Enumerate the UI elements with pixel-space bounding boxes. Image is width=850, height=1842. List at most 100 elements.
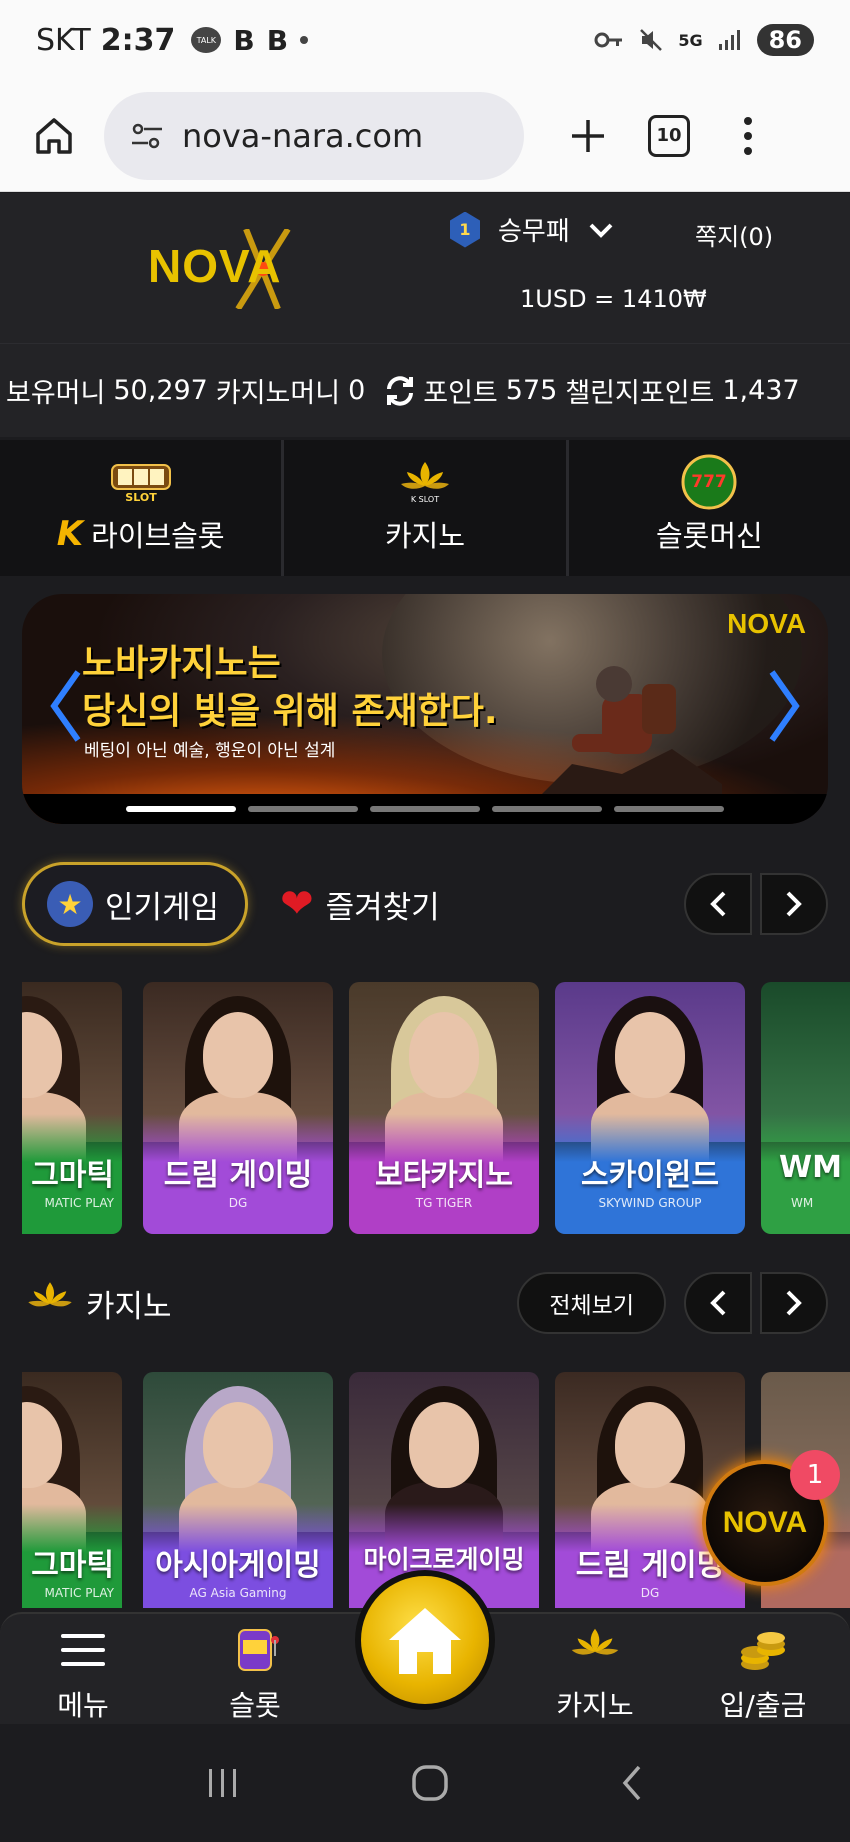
category-live-slot[interactable]: SLOT K 라이브슬롯 bbox=[0, 440, 285, 576]
url-text: nova-nara.com bbox=[182, 116, 424, 155]
banner-pagination bbox=[22, 794, 828, 824]
kakaotalk-icon: TALK bbox=[191, 27, 222, 53]
nav-slot[interactable]: 슬롯 bbox=[180, 1624, 330, 1724]
game-provider: DG bbox=[228, 1196, 248, 1210]
astronaut-image bbox=[532, 666, 722, 804]
game-card[interactable]: 아시아게이밍 AG Asia Gaming bbox=[143, 1372, 333, 1608]
game-provider: AG Asia Gaming bbox=[189, 1586, 287, 1600]
hamburger-menu-icon bbox=[61, 1634, 105, 1666]
banner-dot[interactable] bbox=[370, 806, 480, 812]
game-title: 그마틱 bbox=[31, 1548, 114, 1583]
status-bar: SKT 2:37 TALK B B 5G 86 bbox=[0, 0, 850, 80]
game-card[interactable]: WM WM bbox=[761, 982, 850, 1234]
home-circle-icon[interactable] bbox=[410, 1763, 450, 1803]
browser-menu-button[interactable] bbox=[740, 116, 756, 155]
network-5g-icon: 5G bbox=[678, 30, 703, 50]
chevron-right-icon bbox=[786, 1290, 802, 1316]
nav-label: 슬롯 bbox=[229, 1689, 281, 1722]
nav-casino[interactable]: 카지노 bbox=[520, 1624, 670, 1724]
star-icon: ★ bbox=[47, 881, 93, 927]
game-title: 스카이윈드 bbox=[581, 1158, 719, 1193]
prev-button[interactable] bbox=[684, 873, 752, 935]
game-provider: MATIC PLAY bbox=[44, 1196, 115, 1210]
chevron-left-icon bbox=[710, 891, 726, 917]
game-title: WM bbox=[779, 1150, 842, 1185]
challenge-point-label: 챌린지포인트 bbox=[565, 378, 715, 409]
casino-money-value: 0 bbox=[348, 375, 366, 406]
nav-menu[interactable]: 메뉴 bbox=[8, 1624, 158, 1724]
site-logo[interactable]: NOVA bbox=[148, 229, 318, 309]
tab-popular-games[interactable]: ★ 인기게임 bbox=[22, 862, 249, 946]
username: 승무패 bbox=[498, 217, 570, 247]
back-icon[interactable] bbox=[617, 1763, 647, 1803]
point-label: 포인트 bbox=[423, 378, 498, 409]
prev-button[interactable] bbox=[684, 1272, 752, 1334]
browser-home-button[interactable] bbox=[24, 106, 84, 166]
messages-link[interactable]: 쪽지(0) bbox=[695, 217, 773, 252]
game-card[interactable]: 그마틱 MATIC PLAY bbox=[22, 1372, 122, 1608]
game-card[interactable]: 드림 게이밍 DG bbox=[143, 982, 333, 1234]
banner-next-arrow-icon[interactable] bbox=[764, 666, 804, 746]
banner-dot[interactable] bbox=[492, 806, 602, 812]
key-icon bbox=[594, 32, 623, 48]
point-value: 575 bbox=[505, 375, 558, 406]
banner-dot[interactable] bbox=[248, 806, 358, 812]
banner-dot[interactable] bbox=[614, 806, 724, 812]
refresh-icon[interactable] bbox=[383, 374, 417, 408]
chevron-right-icon bbox=[786, 891, 802, 917]
home-fab-button[interactable] bbox=[355, 1570, 495, 1710]
popular-toolbar: ★ 인기게임 ❤ 즐겨찾기 bbox=[22, 862, 828, 946]
casino-toolbar: 카지노 전체보기 bbox=[22, 1270, 828, 1336]
nav-label: 입/출금 bbox=[719, 1689, 807, 1722]
next-button[interactable] bbox=[760, 1272, 828, 1334]
exchange-rate: 1USD = 1410₩ bbox=[520, 285, 707, 313]
game-title: 보타카지노 bbox=[375, 1158, 513, 1193]
plus-icon bbox=[572, 119, 604, 152]
game-card[interactable]: 그마틱 MATIC PLAY bbox=[22, 982, 122, 1234]
tab-switcher-button[interactable]: 10 bbox=[648, 114, 690, 157]
holding-money-value: 50,297 bbox=[113, 375, 208, 406]
banner-logo: NOVA bbox=[727, 608, 806, 639]
address-bar[interactable]: nova-nara.com bbox=[104, 91, 524, 180]
casino-carousel-nav bbox=[684, 1272, 828, 1334]
category-slot-machine[interactable]: 777 슬롯머신 bbox=[569, 440, 850, 576]
game-title: 아시아게이밍 bbox=[155, 1548, 321, 1583]
banner-prev-arrow-icon[interactable] bbox=[46, 666, 86, 746]
game-card[interactable]: 스카이윈드 SKYWIND GROUP bbox=[555, 982, 745, 1234]
banner-subtitle: 베팅이 아닌 예술, 행운이 아닌 설계 bbox=[84, 741, 336, 761]
home-icon bbox=[36, 117, 72, 154]
category-casino[interactable]: K SLOT 카지노 bbox=[284, 440, 569, 576]
popular-games-row: 그마틱 MATIC PLAY 드림 게이밍 DG 보타카지노 TG TIGER … bbox=[22, 982, 850, 1234]
logo-text: NOVA bbox=[148, 240, 282, 292]
777-slots-icon: 777 bbox=[678, 454, 740, 510]
tab-label: 인기게임 bbox=[105, 889, 220, 926]
live-slot-icon-text: SLOT bbox=[125, 491, 157, 503]
balance-bar: 보유머니 50,297 카지노머니 0 포인트 575 챌린지포인트 1,437 bbox=[0, 343, 850, 437]
live-slot-icon: SLOT bbox=[110, 461, 172, 503]
game-provider: DG bbox=[640, 1586, 660, 1600]
game-title: 드림 게이밍 bbox=[163, 1158, 313, 1193]
battery-level: 86 bbox=[756, 24, 814, 56]
mute-icon bbox=[640, 29, 663, 51]
hero-banner[interactable]: 노바카지노는 당신의 빛을 위해 존재한다. 베팅이 아닌 예술, 행운이 아닌… bbox=[22, 594, 828, 824]
system-navigation-bar bbox=[0, 1724, 850, 1842]
user-rank[interactable]: 1 승무패 bbox=[450, 211, 614, 248]
next-button[interactable] bbox=[760, 873, 828, 935]
clock: 2:37 bbox=[100, 22, 176, 58]
new-tab-button[interactable] bbox=[558, 106, 618, 166]
k-slot-lotus-icon: K SLOT bbox=[394, 461, 456, 504]
carrier: SKT bbox=[36, 22, 91, 58]
category-label: 카지노 bbox=[384, 519, 466, 553]
site-settings-icon[interactable] bbox=[130, 121, 164, 151]
game-card[interactable]: 보타카지노 TG TIGER bbox=[349, 982, 539, 1234]
game-provider: SKYWIND GROUP bbox=[598, 1196, 702, 1210]
recent-apps-icon[interactable] bbox=[203, 1765, 243, 1801]
nav-deposit-withdraw[interactable]: 입/출금 bbox=[688, 1624, 838, 1724]
tab-favorites[interactable]: ❤ 즐겨찾기 bbox=[280, 881, 440, 927]
signal-icon bbox=[718, 30, 740, 50]
view-all-button[interactable]: 전체보기 bbox=[517, 1272, 666, 1334]
chevron-left-icon bbox=[710, 1290, 726, 1316]
challenge-point-value: 1,437 bbox=[722, 375, 800, 406]
banner-dot[interactable] bbox=[126, 806, 236, 812]
section-title: 카지노 bbox=[86, 1288, 172, 1325]
